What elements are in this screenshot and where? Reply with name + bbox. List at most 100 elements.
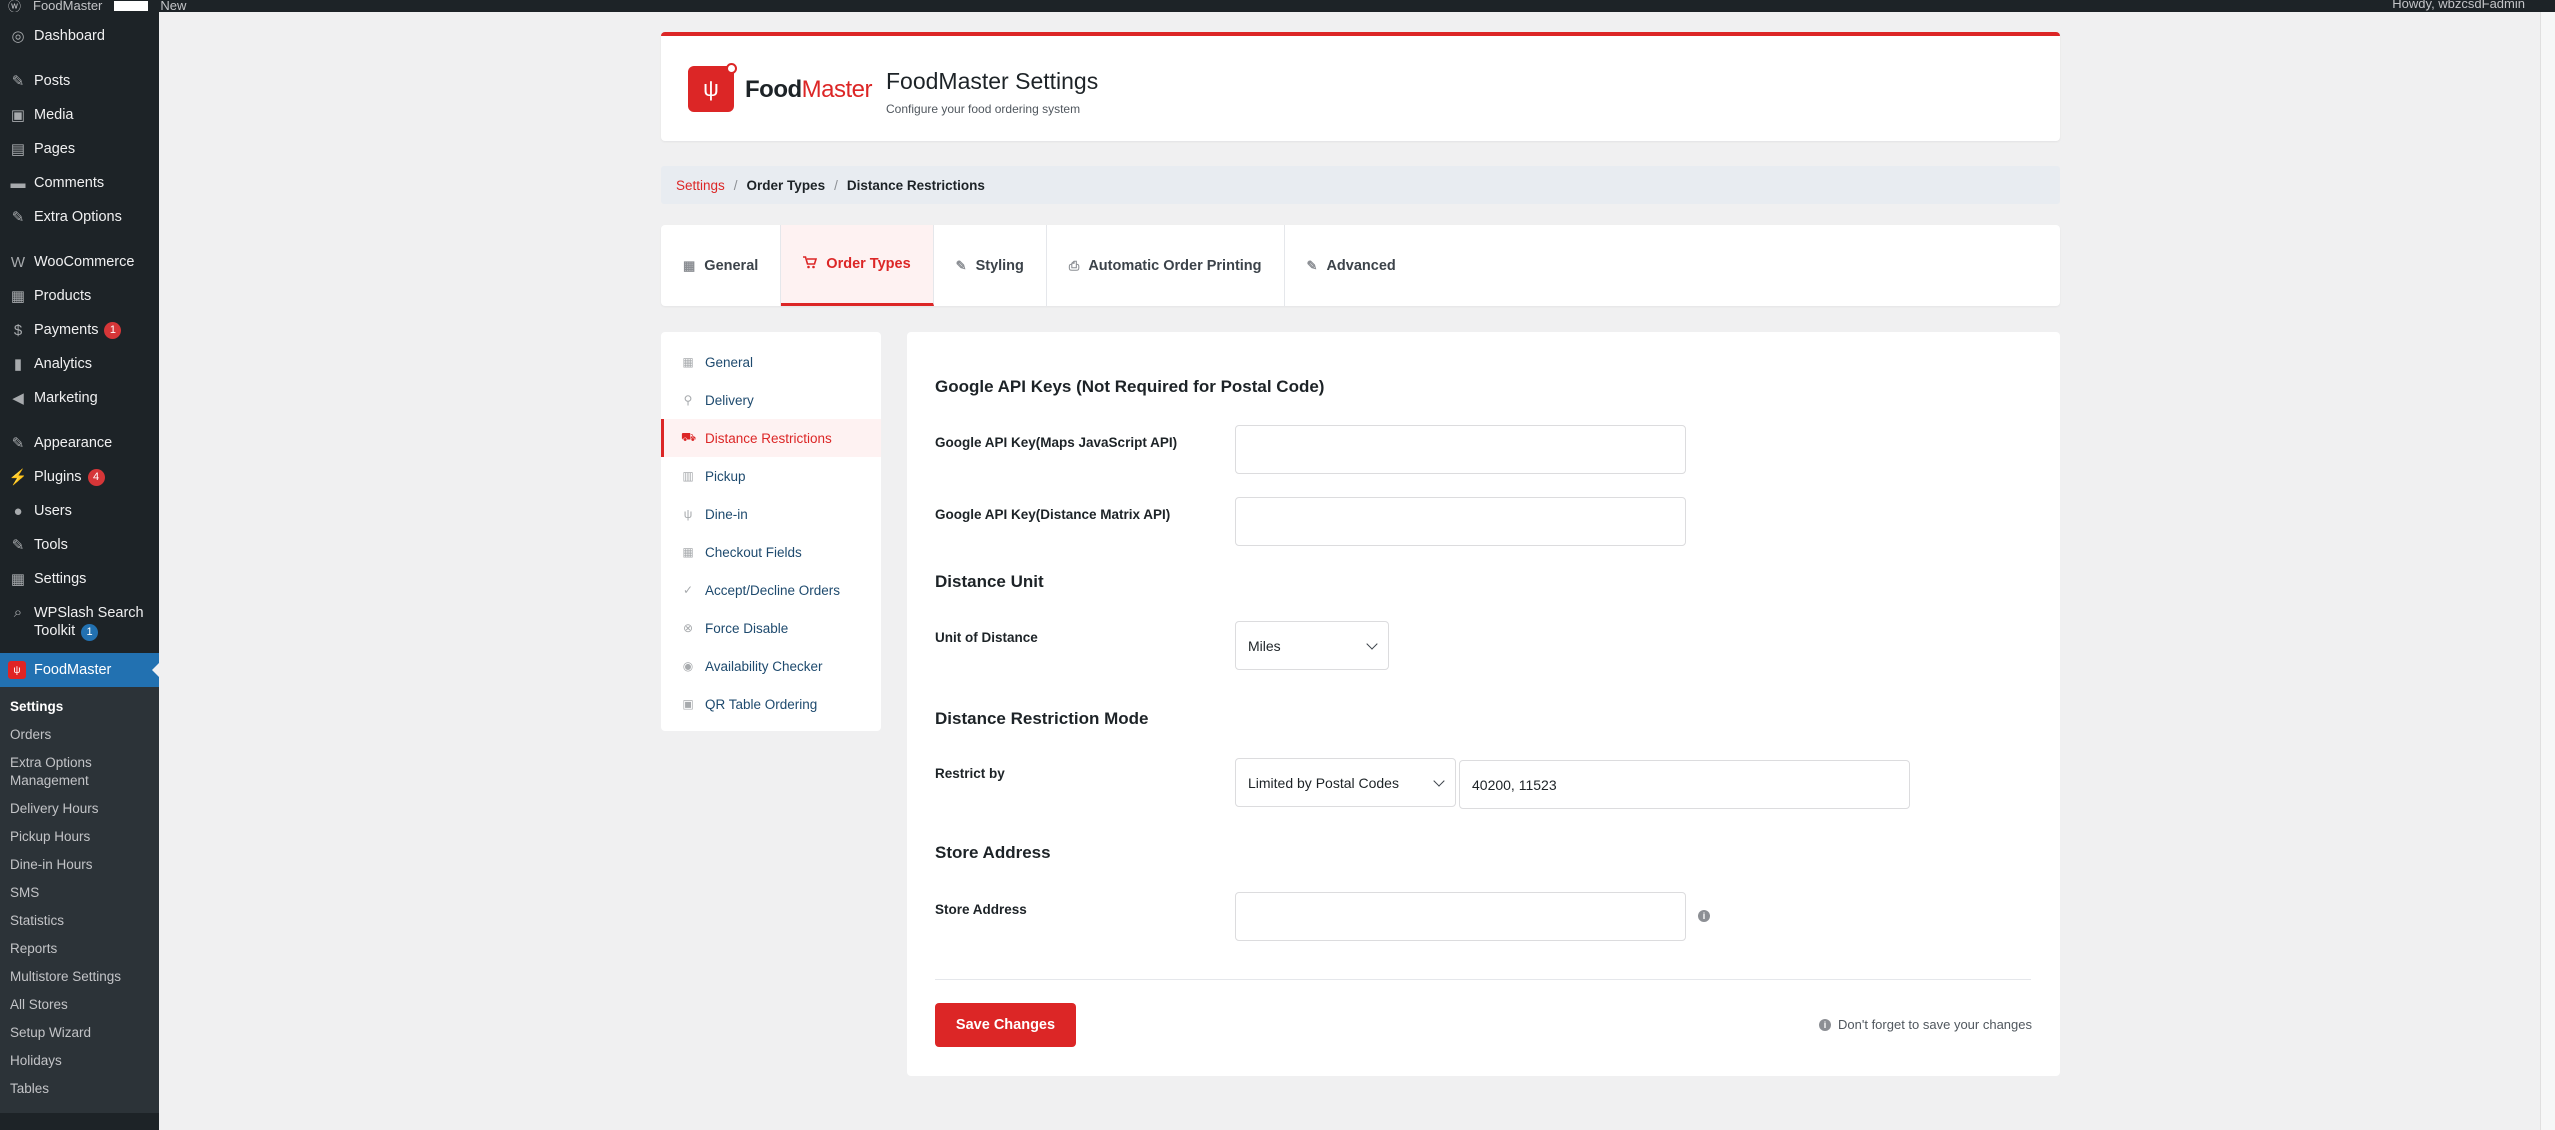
store-address-input[interactable] bbox=[1235, 892, 1686, 941]
settings-tabs: ▦ General Order Types ✎ Styling ⎙ Automatic… bbox=[661, 225, 2060, 306]
menu-extra-options[interactable]: ✎ Extra Options bbox=[0, 200, 159, 234]
utensils-icon: ψ bbox=[683, 507, 693, 521]
menu-dashboard[interactable]: ◎ Dashboard bbox=[0, 19, 159, 53]
menu-analytics[interactable]: ▮ Analytics bbox=[0, 347, 159, 381]
breadcrumb-settings-link[interactable]: Settings bbox=[676, 178, 725, 193]
settings-header-card: ψ FoodMaster FoodMaster Settings Configu… bbox=[661, 32, 2060, 141]
info-icon[interactable]: i bbox=[1698, 910, 1710, 922]
submenu-tables[interactable]: Tables bbox=[0, 1075, 159, 1103]
checklist-icon: ▦ bbox=[682, 545, 694, 559]
general-icon: ▦ bbox=[682, 355, 694, 369]
subnav-accept-decline-orders[interactable]: ✓ Accept/Decline Orders bbox=[661, 571, 881, 609]
unit-of-distance-select[interactable]: Miles bbox=[1235, 621, 1389, 670]
subnav-qr-table-ordering[interactable]: ▣ QR Table Ordering bbox=[661, 685, 881, 723]
notification-badge: 1 bbox=[81, 624, 99, 641]
submenu-orders[interactable]: Orders bbox=[0, 721, 159, 749]
subnav-checkout-fields[interactable]: ▦ Checkout Fields bbox=[661, 533, 881, 571]
general-icon: ▦ bbox=[683, 257, 696, 273]
subnav-general[interactable]: ▦ General bbox=[661, 343, 881, 381]
submenu-statistics[interactable]: Statistics bbox=[0, 907, 159, 935]
distance-restrictions-panel: Google API Keys (Not Required for Postal… bbox=[907, 332, 2060, 1076]
save-changes-button[interactable]: Save Changes bbox=[935, 1003, 1076, 1047]
tab-advanced[interactable]: ✎ Advanced bbox=[1285, 225, 1418, 306]
submenu-settings[interactable]: Settings bbox=[0, 693, 159, 721]
dashboard-icon: ◎ bbox=[11, 28, 25, 45]
howdy-user[interactable]: Howdy, wbzcsdFadmin bbox=[2392, 0, 2525, 11]
menu-marketing[interactable]: ◀ Marketing bbox=[0, 381, 159, 415]
menu-label: Media bbox=[34, 107, 74, 123]
new-content-link[interactable]: New bbox=[160, 0, 186, 13]
menu-plugins[interactable]: ⚡ Plugins 4 bbox=[0, 460, 159, 494]
menu-appearance[interactable]: ✎ Appearance bbox=[0, 426, 159, 460]
products-icon: ▦ bbox=[10, 288, 26, 305]
breadcrumb-separator: / bbox=[733, 177, 738, 193]
tab-order-types[interactable]: Order Types bbox=[781, 225, 934, 306]
chevron-down-icon bbox=[1366, 637, 1378, 650]
menu-users[interactable]: ● Users bbox=[0, 494, 159, 528]
menu-tools[interactable]: ✎ Tools bbox=[0, 528, 159, 562]
chevron-down-icon bbox=[1433, 774, 1445, 787]
menu-label: Products bbox=[34, 288, 92, 304]
order-types-subnav: ▦ General ⚲ Delivery ⛟ Distance Restriction… bbox=[661, 332, 881, 731]
menu-woocommerce[interactable]: W WooCommerce bbox=[0, 245, 159, 279]
tab-styling[interactable]: ✎ Styling bbox=[934, 225, 1047, 306]
menu-pages[interactable]: ▤ Pages bbox=[0, 132, 159, 166]
comments-icon: ▬ bbox=[10, 174, 26, 192]
menu-wpslash-search-toolkit[interactable]: ⌕ WPSlash Search Toolkit 1 bbox=[0, 596, 159, 649]
admin-sidebar: ◎ Dashboard ✎ Posts ▣ Media ▤ Pages ▬ Comment… bbox=[0, 12, 160, 1130]
subnav-dine-in[interactable]: ψ Dine-in bbox=[661, 495, 881, 533]
submenu-pickup-hours[interactable]: Pickup Hours bbox=[0, 823, 159, 851]
x-circle-icon: ⊗ bbox=[682, 621, 694, 635]
cart-icon bbox=[803, 256, 818, 272]
eye-icon: ◉ bbox=[682, 659, 694, 673]
subnav-distance-restrictions[interactable]: ⛟ Distance Restrictions bbox=[661, 419, 881, 457]
submenu-delivery-hours[interactable]: Delivery Hours bbox=[0, 795, 159, 823]
pages-icon: ▤ bbox=[10, 141, 26, 158]
subnav-force-disable[interactable]: ⊗ Force Disable bbox=[661, 609, 881, 647]
submenu-setup-wizard[interactable]: Setup Wizard bbox=[0, 1019, 159, 1047]
menu-label: Comments bbox=[34, 175, 105, 191]
check-circle-icon: ✓ bbox=[682, 583, 694, 597]
submenu-all-stores[interactable]: All Stores bbox=[0, 991, 159, 1019]
menu-comments[interactable]: ▬ Comments bbox=[0, 166, 159, 200]
distance-matrix-key-input[interactable] bbox=[1235, 497, 1686, 546]
analytics-icon: ▮ bbox=[13, 356, 23, 373]
submenu-sms[interactable]: SMS bbox=[0, 879, 159, 907]
subnav-pickup[interactable]: ▥ Pickup bbox=[661, 457, 881, 495]
menu-label: Users bbox=[34, 503, 72, 519]
pin-icon: ✎ bbox=[11, 209, 25, 226]
foodmaster-icon: ψ bbox=[8, 661, 26, 679]
postal-codes-input[interactable] bbox=[1459, 760, 1910, 809]
tab-automatic-order-printing[interactable]: ⎙ Automatic Order Printing bbox=[1047, 225, 1285, 306]
menu-payments[interactable]: $ Payments 1 bbox=[0, 313, 159, 347]
restrict-by-select[interactable]: Limited by Postal Codes bbox=[1235, 758, 1456, 807]
subnav-label: Checkout Fields bbox=[705, 544, 802, 560]
submenu-multistore-settings[interactable]: Multistore Settings bbox=[0, 963, 159, 991]
menu-label: WooCommerce bbox=[34, 254, 135, 270]
maps-api-key-input[interactable] bbox=[1235, 425, 1686, 474]
qr-icon: ▣ bbox=[682, 697, 694, 711]
menu-media[interactable]: ▣ Media bbox=[0, 98, 159, 132]
select-value: Miles bbox=[1248, 637, 1281, 654]
submenu-dine-in-hours[interactable]: Dine-in Hours bbox=[0, 851, 159, 879]
tab-general[interactable]: ▦ General bbox=[661, 225, 782, 306]
save-reminder: i Don't forget to save your changes bbox=[1819, 1017, 2032, 1032]
menu-products[interactable]: ▦ Products bbox=[0, 279, 159, 313]
tab-label: Automatic Order Printing bbox=[1088, 257, 1262, 274]
subnav-delivery[interactable]: ⚲ Delivery bbox=[661, 381, 881, 419]
section-title-store-address: Store Address bbox=[935, 843, 1051, 862]
menu-label: Settings bbox=[34, 571, 87, 587]
logo-food: Food bbox=[745, 76, 802, 103]
menu-label: Extra Options bbox=[34, 209, 122, 225]
menu-label: Tools bbox=[34, 537, 68, 553]
menu-label: Marketing bbox=[34, 390, 98, 406]
settings-icon: ▦ bbox=[10, 571, 26, 588]
section-title-distance-unit: Distance Unit bbox=[935, 572, 1044, 591]
submenu-extra-options-management[interactable]: Extra Options Management bbox=[0, 749, 110, 795]
menu-posts[interactable]: ✎ Posts bbox=[0, 64, 159, 98]
submenu-holidays[interactable]: Holidays bbox=[0, 1047, 159, 1075]
menu-foodmaster[interactable]: ψ FoodMaster bbox=[0, 653, 160, 687]
submenu-reports[interactable]: Reports bbox=[0, 935, 159, 963]
menu-settings[interactable]: ▦ Settings bbox=[0, 562, 159, 596]
subnav-availability-checker[interactable]: ◉ Availability Checker bbox=[661, 647, 881, 685]
